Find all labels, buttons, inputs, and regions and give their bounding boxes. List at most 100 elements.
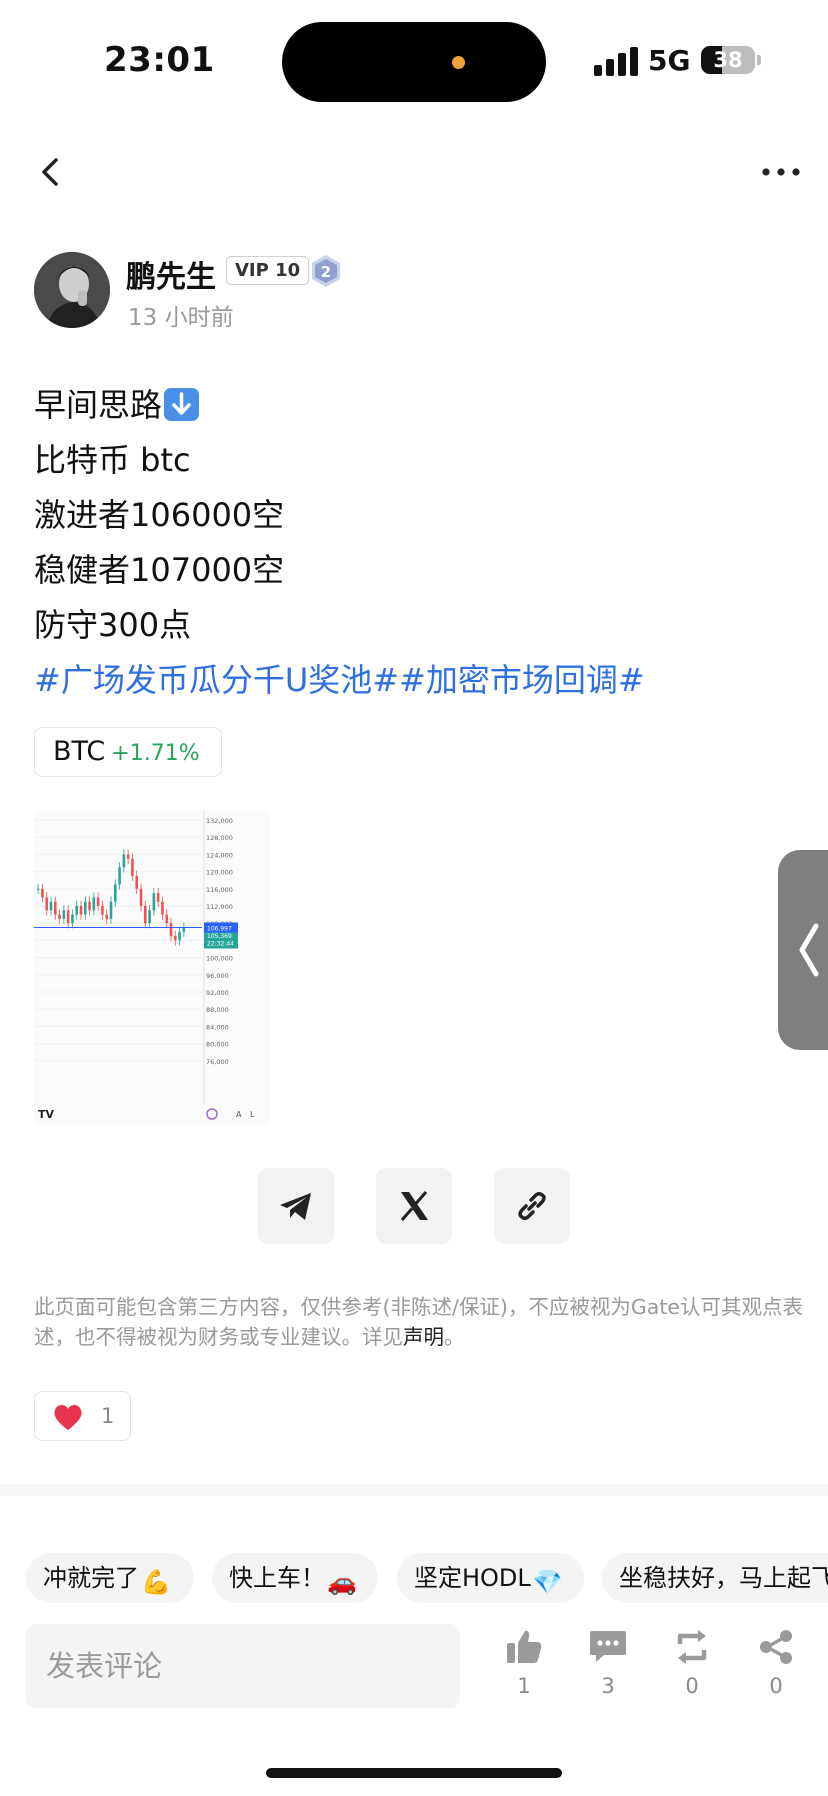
quick-reply-chip[interactable]: 坚定HODL💎	[397, 1553, 584, 1603]
candle-body	[174, 936, 177, 941]
candle-body	[178, 931, 181, 941]
candle-body	[84, 901, 87, 915]
candle-body	[165, 914, 168, 924]
thumbs-up-icon	[507, 1630, 542, 1663]
chart-y-tick: 96,000	[206, 972, 229, 980]
battery-level: 38	[713, 48, 743, 72]
privacy-indicator	[452, 56, 465, 69]
level-number: 2	[321, 263, 331, 281]
chart-image[interactable]: 132,000 128,000 124,000 120,000 116,000 112,0…	[34, 810, 270, 1126]
quick-reply-chip[interactable]: 冲就完了💪	[26, 1553, 194, 1603]
heart-reaction-button[interactable]: 1	[34, 1391, 131, 1441]
candle-body	[45, 897, 48, 911]
heart-count: 1	[101, 1404, 115, 1428]
candle-body	[139, 888, 143, 906]
coin-change: +1.71%	[111, 741, 200, 766]
disclaimer-end: 。	[444, 1325, 465, 1349]
chart-y-tick: 132,000	[206, 817, 233, 825]
battery-cap	[757, 55, 761, 65]
candle-body	[75, 906, 78, 915]
copy-link-button[interactable]	[494, 1168, 570, 1244]
post-line-2: 比特币 btc	[34, 441, 191, 479]
hashtag-link[interactable]: #加密市场回调#	[399, 661, 645, 699]
author-avatar[interactable]	[34, 252, 110, 328]
chevron-left-icon	[42, 158, 58, 186]
candle-body	[156, 893, 160, 902]
chart-y-tick: 84,000	[206, 1023, 229, 1031]
cellular-signal-icon	[594, 46, 638, 76]
repost-icon	[677, 1630, 707, 1664]
chart-y-tick: 120,000	[206, 869, 233, 877]
candle-body	[96, 897, 100, 906]
price-label: 106,997	[207, 926, 232, 933]
candle-body	[66, 910, 70, 924]
chart-y-tick: 116,000	[206, 886, 233, 894]
chart-y-tick: 92,000	[206, 989, 229, 997]
post-line-1-text: 早间思路	[34, 386, 163, 424]
candle-body	[109, 901, 113, 919]
status-time: 23:01	[104, 40, 215, 80]
candle-body	[169, 923, 173, 937]
repost-button[interactable]: 0	[662, 1628, 722, 1700]
side-panel-tab[interactable]	[778, 850, 828, 1050]
post-line-5: 防守300点	[34, 606, 192, 644]
price-label: 22:32:44	[207, 941, 234, 948]
chart-y-tick: 76,000	[206, 1058, 229, 1066]
network-type: 5G	[648, 44, 691, 77]
battery-icon: 38	[701, 46, 755, 74]
candle-body	[161, 901, 164, 915]
flexed-biceps-icon: 💪	[141, 1568, 171, 1596]
candle-body	[41, 888, 44, 898]
share-x-button[interactable]	[376, 1168, 452, 1244]
candle-body	[118, 867, 121, 885]
coin-chip[interactable]: BTC +1.71%	[34, 727, 222, 777]
disclaimer: 此页面可能包含第三方内容，仅供参考(非陈述/保证)，不应被视为Gate认可其观点…	[34, 1292, 824, 1352]
quick-reply-text: 冲就完了	[43, 1564, 139, 1592]
author-name[interactable]: 鹏先生	[126, 252, 216, 296]
candle-body	[114, 884, 117, 902]
price-chart: 132,000 128,000 124,000 120,000 116,000 112,0…	[34, 810, 270, 1126]
like-button[interactable]: 1	[494, 1628, 554, 1700]
section-divider	[0, 1484, 828, 1496]
quick-reply-chip[interactable]: 快上车！🚗	[212, 1553, 378, 1603]
x-icon	[400, 1191, 428, 1221]
tradingview-logo: TV	[38, 1108, 55, 1121]
car-icon: 🚗	[327, 1568, 357, 1596]
quick-reply-text: 坚定HODL	[414, 1564, 531, 1592]
like-count: 1	[517, 1674, 531, 1698]
candle-body	[54, 901, 57, 915]
home-indicator	[266, 1768, 562, 1778]
quick-reply-chip[interactable]: 坐稳扶好，马上起飞	[602, 1553, 828, 1603]
avatar-portrait	[34, 252, 110, 328]
comment-icon	[590, 1631, 626, 1662]
share-button[interactable]: 0	[746, 1628, 806, 1700]
chart-y-tick: 100,000	[206, 955, 233, 963]
disclaimer-link[interactable]: 声明	[403, 1325, 444, 1349]
chart-y-tick: 80,000	[206, 1041, 229, 1049]
more-horizontal-icon	[762, 168, 800, 176]
post-line-3: 激进者106000空	[34, 496, 285, 534]
candle-body	[49, 901, 53, 911]
chart-y-tick: 128,000	[206, 834, 233, 842]
coin-symbol: BTC	[53, 736, 106, 767]
price-label: 105,369	[207, 933, 232, 940]
back-button[interactable]	[30, 150, 74, 194]
gem-icon: 💎	[532, 1568, 563, 1596]
share-count: 0	[769, 1674, 783, 1698]
candle-body	[92, 897, 96, 911]
candle-body	[62, 910, 66, 919]
candle-body	[152, 893, 156, 911]
candle-body	[88, 901, 91, 911]
candle-body	[122, 854, 126, 868]
chevron-left-icon	[799, 923, 819, 977]
hashtag-link[interactable]: #广场发币瓜分千U奖池#	[34, 661, 399, 699]
candle-body	[101, 906, 104, 915]
share-telegram-button[interactable]	[258, 1168, 334, 1244]
chart-footer-a: A	[236, 1110, 242, 1119]
comment-button[interactable]: 3	[578, 1628, 638, 1700]
comment-input[interactable]	[26, 1624, 460, 1708]
candle-body	[71, 914, 74, 924]
more-button[interactable]	[756, 152, 806, 192]
quick-reply-text: 快上车！	[229, 1564, 325, 1592]
vip-badge: VIP 10	[226, 256, 310, 285]
